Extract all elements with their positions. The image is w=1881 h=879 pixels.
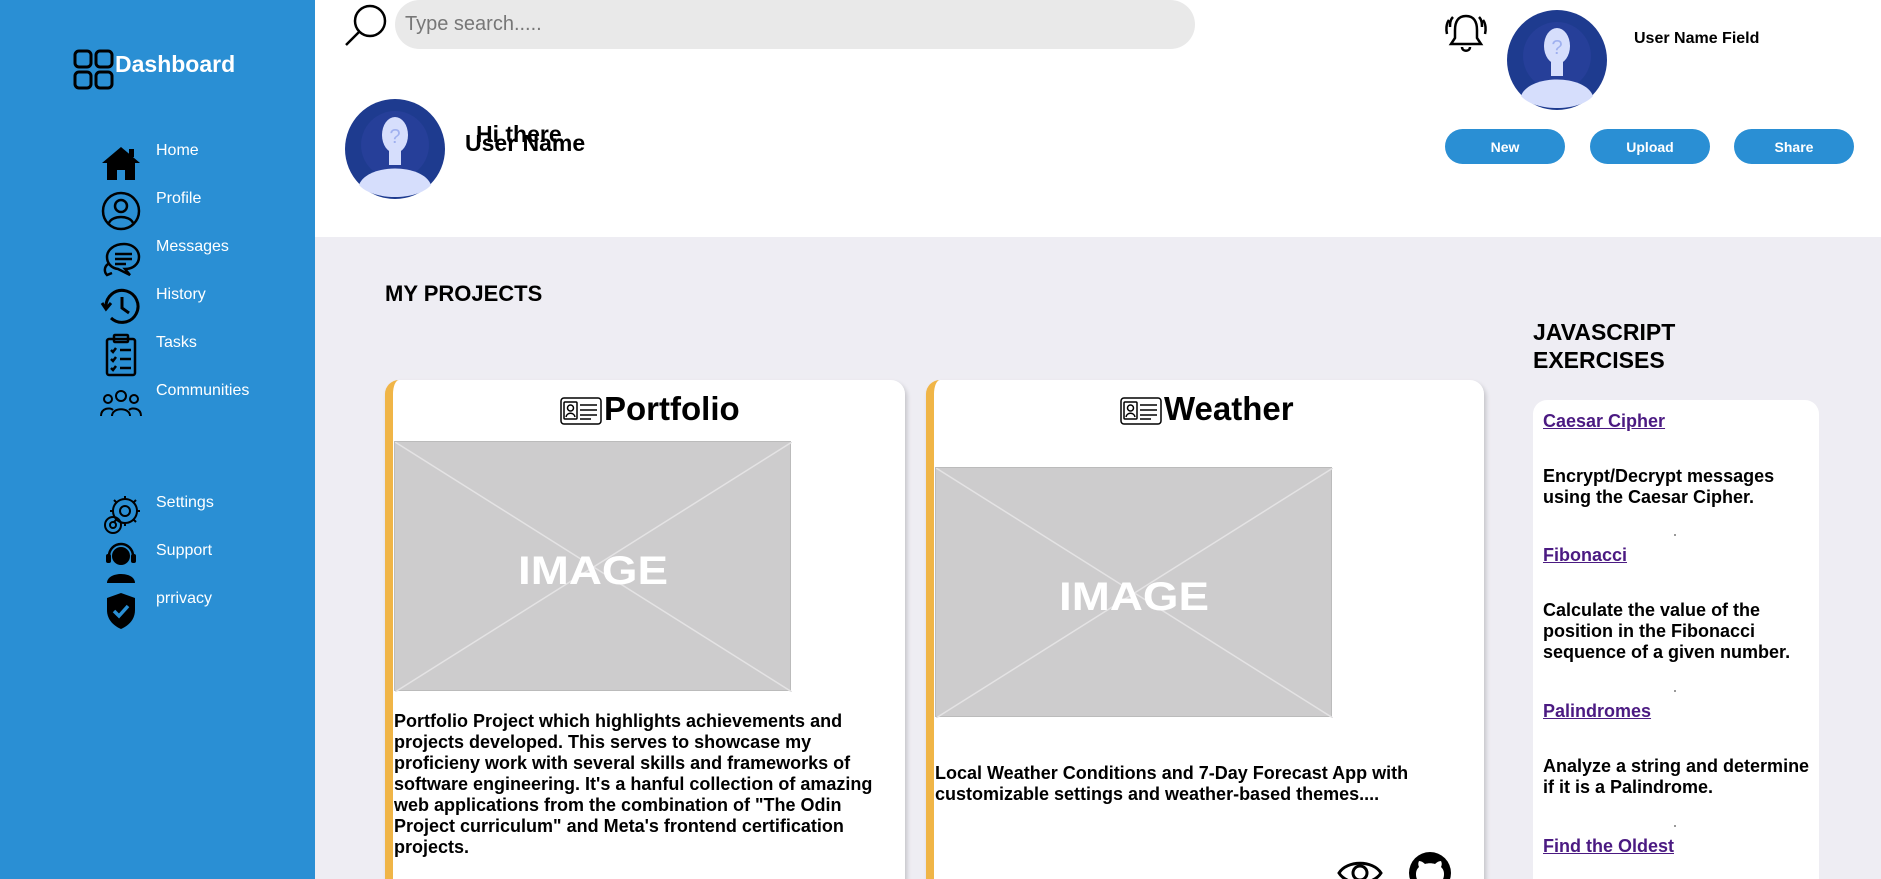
search-input[interactable] bbox=[395, 0, 1195, 49]
sidebar-item-tasks[interactable]: Tasks bbox=[98, 332, 249, 380]
sidebar-nav-secondary: Settings Support prrivacy bbox=[98, 492, 214, 636]
home-icon bbox=[98, 140, 144, 186]
project-title-text: Weather bbox=[1164, 390, 1294, 427]
project-image: IMAGE bbox=[935, 467, 1334, 719]
communities-icon bbox=[98, 380, 144, 426]
image-label: IMAGE bbox=[518, 549, 668, 593]
sidebar-item-label: Tasks bbox=[156, 334, 197, 351]
search-icon[interactable] bbox=[343, 2, 389, 48]
profile-avatar: ? bbox=[345, 99, 445, 199]
exercise-link-palindromes[interactable]: Palindromes bbox=[1543, 701, 1651, 722]
svg-text:?: ? bbox=[389, 126, 400, 148]
sidebar-item-label: Profile bbox=[156, 190, 202, 207]
sidebar-nav: Home Profile Messages History Tasks Comm… bbox=[98, 140, 249, 428]
dashboard-grid-icon bbox=[73, 49, 114, 90]
sidebar: Dashboard Home Profile Messages History bbox=[0, 0, 315, 879]
project-card-weather[interactable]: Weather IMAGE Local Weather Conditions a… bbox=[926, 380, 1484, 879]
project-image: IMAGE bbox=[394, 441, 793, 693]
image-label: IMAGE bbox=[1059, 575, 1209, 619]
sidebar-item-label: prrivacy bbox=[156, 590, 213, 607]
project-description: Portfolio Project which highlights achie… bbox=[394, 711, 873, 857]
share-button[interactable]: Share bbox=[1734, 129, 1854, 164]
sidebar-item-support[interactable]: Support bbox=[98, 540, 214, 588]
project-title: Portfolio bbox=[560, 390, 740, 428]
divider-dot bbox=[1674, 690, 1676, 692]
section-title: MY PROJECTS bbox=[385, 281, 543, 306]
exercise-description: Encrypt/Decrypt messages using the Caesa… bbox=[1543, 466, 1775, 507]
project-title-text: Portfolio bbox=[604, 390, 740, 427]
sidebar-item-label: Settings bbox=[156, 494, 214, 511]
profile-icon bbox=[98, 188, 144, 234]
bell-icon[interactable] bbox=[1443, 10, 1489, 56]
image-placeholder-icon: IMAGE bbox=[935, 467, 1334, 719]
sidebar-item-home[interactable]: Home bbox=[98, 140, 249, 188]
sidebar-item-privacy[interactable]: prrivacy bbox=[98, 588, 214, 636]
privacy-shield-icon bbox=[98, 588, 144, 634]
svg-text:?: ? bbox=[1551, 37, 1562, 59]
sidebar-item-settings[interactable]: Settings bbox=[98, 492, 214, 540]
sidebar-item-history[interactable]: History bbox=[98, 284, 249, 332]
exercise-link-fibonacci[interactable]: Fibonacci bbox=[1543, 545, 1627, 566]
exercise-description: Calculate the value of the position in t… bbox=[1543, 600, 1791, 662]
id-card-icon bbox=[560, 397, 602, 425]
user-name-field: User Name Field bbox=[1634, 30, 1760, 47]
divider-dot bbox=[1674, 534, 1676, 536]
image-placeholder-icon: IMAGE bbox=[394, 441, 793, 693]
sidebar-item-messages[interactable]: Messages bbox=[98, 236, 249, 284]
avatar[interactable]: ? bbox=[1507, 10, 1607, 110]
new-button[interactable]: New bbox=[1445, 129, 1565, 164]
user-name: User Name bbox=[465, 130, 586, 156]
exercise-link-caesar-cipher[interactable]: Caesar Cipher bbox=[1543, 411, 1665, 432]
sidebar-item-label: History bbox=[156, 286, 206, 303]
brand[interactable]: Dashboard bbox=[72, 48, 235, 92]
id-card-icon bbox=[1120, 397, 1162, 425]
messages-icon bbox=[98, 236, 144, 282]
sidebar-item-label: Messages bbox=[156, 238, 229, 255]
support-icon bbox=[98, 540, 144, 586]
sidebar-item-label: Home bbox=[156, 142, 199, 159]
exercise-description: Analyze a string and determine if it is … bbox=[1543, 756, 1810, 797]
exercise-link-find-the-oldest[interactable]: Find the Oldest bbox=[1543, 836, 1674, 857]
project-card-portfolio[interactable]: Portfolio IMAGE Portfolio Project which … bbox=[385, 380, 905, 879]
exercises-card: Caesar Cipher Encrypt/Decrypt messages u… bbox=[1533, 400, 1819, 879]
brand-title: Dashboard bbox=[115, 50, 236, 77]
exercises-title: JAVASCRIPT EXERCISES bbox=[1533, 319, 1676, 373]
sidebar-item-label: Communities bbox=[156, 382, 250, 399]
project-description: Local Weather Conditions and 7-Day Forec… bbox=[935, 763, 1409, 804]
sidebar-item-profile[interactable]: Profile bbox=[98, 188, 249, 236]
project-title: Weather bbox=[1120, 390, 1294, 428]
github-icon[interactable] bbox=[1407, 850, 1453, 879]
divider-dot bbox=[1674, 825, 1676, 827]
eye-icon[interactable] bbox=[1337, 850, 1383, 879]
history-icon bbox=[98, 284, 144, 330]
tasks-icon bbox=[98, 332, 144, 378]
upload-button[interactable]: Upload bbox=[1590, 129, 1710, 164]
sidebar-item-communities[interactable]: Communities bbox=[98, 380, 249, 428]
sidebar-item-label: Support bbox=[156, 542, 213, 559]
settings-icon bbox=[98, 492, 144, 538]
